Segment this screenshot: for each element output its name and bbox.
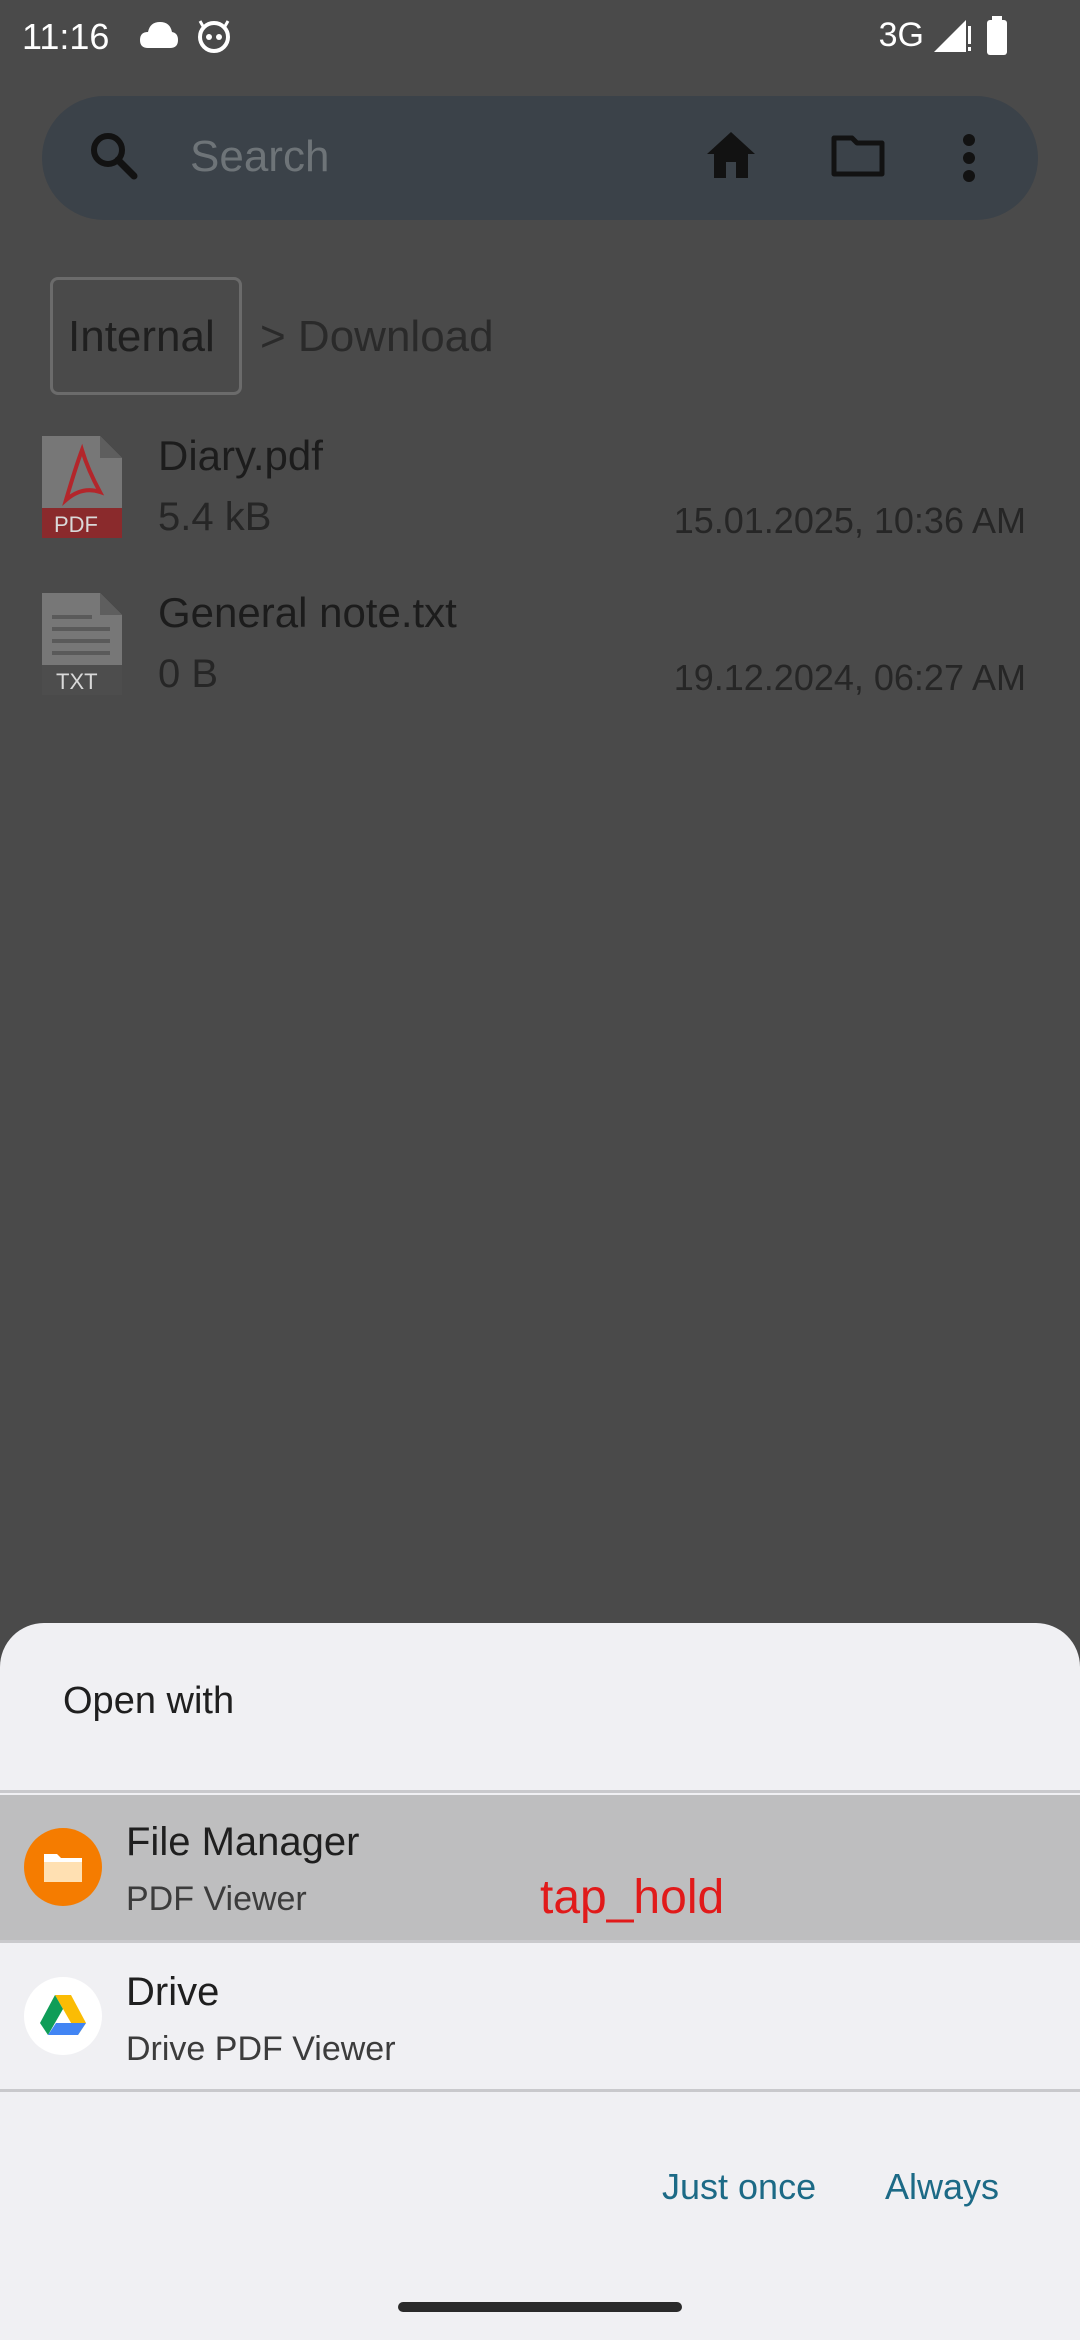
more-vert-icon[interactable] — [959, 133, 979, 188]
sheet-title: Open with — [63, 1680, 235, 1722]
breadcrumb-path[interactable]: > Download — [260, 312, 494, 362]
file-date: 15.01.2025, 10:36 AM — [673, 500, 1026, 541]
file-badge: PDF — [54, 512, 98, 537]
status-bar: 11:16 3G — [0, 0, 1080, 72]
home-icon[interactable] — [705, 130, 757, 185]
file-manager-icon — [24, 1828, 102, 1911]
breadcrumb-root-label: Internal — [68, 312, 215, 361]
always-button[interactable]: Always — [885, 2166, 999, 2208]
gesture-nav-handle[interactable] — [398, 2302, 682, 2312]
file-name: General note.txt — [158, 589, 457, 636]
file-size: 0 B — [158, 652, 219, 696]
face-icon — [196, 18, 232, 63]
divider — [0, 2089, 1080, 2092]
search-icon[interactable] — [88, 130, 140, 187]
file-size: 5.4 kB — [158, 495, 272, 539]
action-overlay-label: tap_hold — [540, 1871, 725, 1924]
search-input[interactable]: Search — [190, 132, 329, 182]
divider — [0, 1790, 1080, 1793]
app-subtitle: Drive PDF Viewer — [126, 2030, 396, 2068]
file-name: Diary.pdf — [158, 432, 323, 479]
signal-icon — [932, 18, 972, 63]
app-name: Drive — [126, 1970, 220, 2014]
app-name: File Manager — [126, 1820, 360, 1864]
cloud-icon — [138, 18, 180, 63]
list-item[interactable]: TXT General note.txt 0 B 19.12.2024, 06:… — [0, 577, 1080, 727]
app-subtitle: PDF Viewer — [126, 1880, 307, 1918]
battery-icon — [986, 16, 1008, 65]
list-item[interactable]: PDF Diary.pdf 5.4 kB 15.01.2025, 10:36 A… — [0, 420, 1080, 570]
status-time: 11:16 — [22, 16, 110, 57]
just-once-button[interactable]: Just once — [662, 2166, 816, 2208]
file-badge: TXT — [56, 669, 98, 694]
network-type: 3G — [878, 16, 924, 54]
folder-icon[interactable] — [830, 134, 886, 183]
file-date: 19.12.2024, 06:27 AM — [673, 657, 1026, 698]
google-drive-icon — [24, 1977, 102, 2060]
